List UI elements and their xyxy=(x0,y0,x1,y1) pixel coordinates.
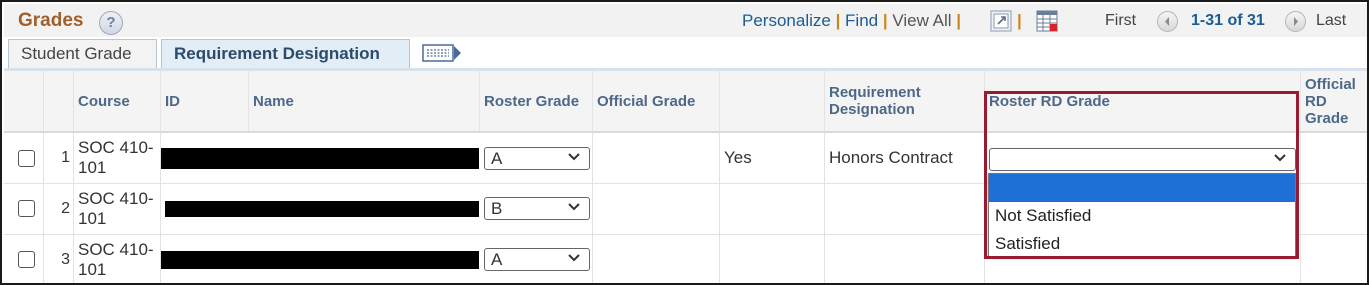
chevron-down-icon xyxy=(568,254,580,262)
roster-grade-value: A xyxy=(491,250,503,269)
last-link[interactable]: Last xyxy=(1316,12,1346,30)
separator: | xyxy=(1017,11,1022,30)
roster-grade-select[interactable]: B xyxy=(484,197,590,220)
course-cell: SOC 410-101 xyxy=(74,184,161,234)
header-name: Name xyxy=(249,71,480,131)
redacted-id-name xyxy=(161,148,479,169)
course-cell: SOC 410-101 xyxy=(74,235,161,283)
separator: | xyxy=(882,11,893,30)
tab-student-grade[interactable]: Student Grade xyxy=(8,39,157,69)
grades-grid-frame: Grades ? Personalize | Find | View All |… xyxy=(0,0,1369,285)
requirement-designation-cell xyxy=(825,184,985,234)
requirement-designation-cell: Honors Contract xyxy=(825,133,985,183)
row-number: 3 xyxy=(44,235,74,283)
yes-cell xyxy=(720,184,825,234)
tab-requirement-designation[interactable]: Requirement Designation xyxy=(161,39,410,69)
header-id: ID xyxy=(161,71,249,131)
next-arrow-icon[interactable] xyxy=(1285,11,1306,32)
question-mark-icon[interactable]: ? xyxy=(99,11,123,35)
official-rd-grade-cell xyxy=(1301,235,1367,283)
header-course: Course xyxy=(74,71,161,131)
show-all-columns-icon[interactable] xyxy=(422,42,462,64)
header-requirement-designation: Requirement Designation xyxy=(825,71,985,131)
redacted-id-name xyxy=(165,201,479,217)
roster-grade-select[interactable]: A xyxy=(484,147,590,170)
zoom-icon[interactable] xyxy=(990,10,1012,32)
row-number: 2 xyxy=(44,184,74,234)
official-grade-cell xyxy=(593,184,720,234)
separator: | xyxy=(956,11,962,30)
yes-cell: Yes xyxy=(720,133,825,183)
pager-range: 1-31 of 31 xyxy=(1191,12,1265,29)
chevron-down-icon xyxy=(568,203,580,211)
roster-grade-cell: B xyxy=(480,184,593,234)
view-all-link[interactable]: View All xyxy=(892,11,951,30)
row-checkbox[interactable] xyxy=(18,150,35,167)
official-rd-grade-cell xyxy=(1301,184,1367,234)
header-roster-grade: Roster Grade xyxy=(480,71,593,131)
chevron-down-icon xyxy=(568,153,580,161)
roster-grade-value: A xyxy=(491,149,503,168)
separator: | xyxy=(835,11,846,30)
select-cell xyxy=(4,235,44,283)
roster-grade-value: B xyxy=(491,199,503,218)
highlight-box xyxy=(984,91,1299,259)
download-spreadsheet-icon[interactable] xyxy=(1036,10,1058,32)
header-blank xyxy=(720,71,825,131)
roster-grade-cell: A xyxy=(480,235,593,283)
row-checkbox[interactable] xyxy=(18,251,35,268)
personalize-link[interactable]: Personalize xyxy=(742,11,831,30)
tab-bar: Student Grade Requirement Designation xyxy=(4,37,1367,70)
grid-header: Grades ? Personalize | Find | View All |… xyxy=(4,4,1367,37)
requirement-designation-cell xyxy=(825,235,985,283)
header-rownum xyxy=(44,71,74,131)
header-links: Personalize | Find | View All | xyxy=(742,11,961,31)
course-cell: SOC 410-101 xyxy=(74,133,161,183)
roster-grade-select[interactable]: A xyxy=(484,248,590,271)
find-link[interactable]: Find xyxy=(845,11,878,30)
redacted-id-name xyxy=(161,251,479,269)
yes-cell xyxy=(720,235,825,283)
official-grade-cell xyxy=(593,235,720,283)
official-grade-cell xyxy=(593,133,720,183)
row-number: 1 xyxy=(44,133,74,183)
row-checkbox[interactable] xyxy=(18,200,35,217)
header-official-rd-grade: Official RD Grade xyxy=(1305,75,1356,127)
header-select xyxy=(4,71,44,131)
roster-grade-cell: A xyxy=(480,133,593,183)
official-rd-grade-cell xyxy=(1301,133,1367,183)
previous-arrow-icon[interactable] xyxy=(1157,11,1178,32)
select-cell xyxy=(4,133,44,183)
grid-title: Grades xyxy=(18,10,84,31)
first-link[interactable]: First xyxy=(1105,12,1136,30)
header-official-grade: Official Grade xyxy=(593,71,720,131)
select-cell xyxy=(4,184,44,234)
